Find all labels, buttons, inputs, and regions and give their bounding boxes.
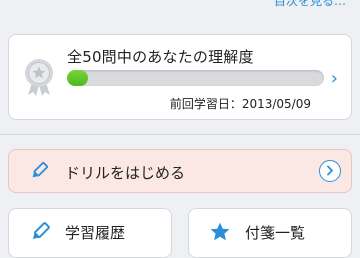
progress-bar-fill (67, 70, 88, 86)
section-divider (0, 134, 360, 135)
medal-icon (25, 59, 53, 96)
progress-card[interactable]: 全50問中のあなたの理解度 前回学習日：2013/05/09 › (8, 34, 352, 120)
progress-title: 全50問中のあなたの理解度 (67, 48, 254, 66)
start-drill-button[interactable]: ドリルをはじめる (8, 149, 352, 193)
sticky-notes-button[interactable]: 付箋一覧 (188, 208, 352, 258)
progress-bar (67, 70, 324, 86)
circle-arrow-right-icon (319, 160, 341, 182)
start-drill-label: ドリルをはじめる (65, 164, 186, 182)
chevron-right-icon[interactable]: › (331, 68, 338, 89)
pencil-icon (32, 162, 48, 178)
toc-link[interactable]: 目次を見る… (274, 0, 346, 9)
last-study-date: 前回学習日：2013/05/09 (169, 97, 311, 111)
study-history-button[interactable]: 学習履歴 (8, 208, 172, 258)
